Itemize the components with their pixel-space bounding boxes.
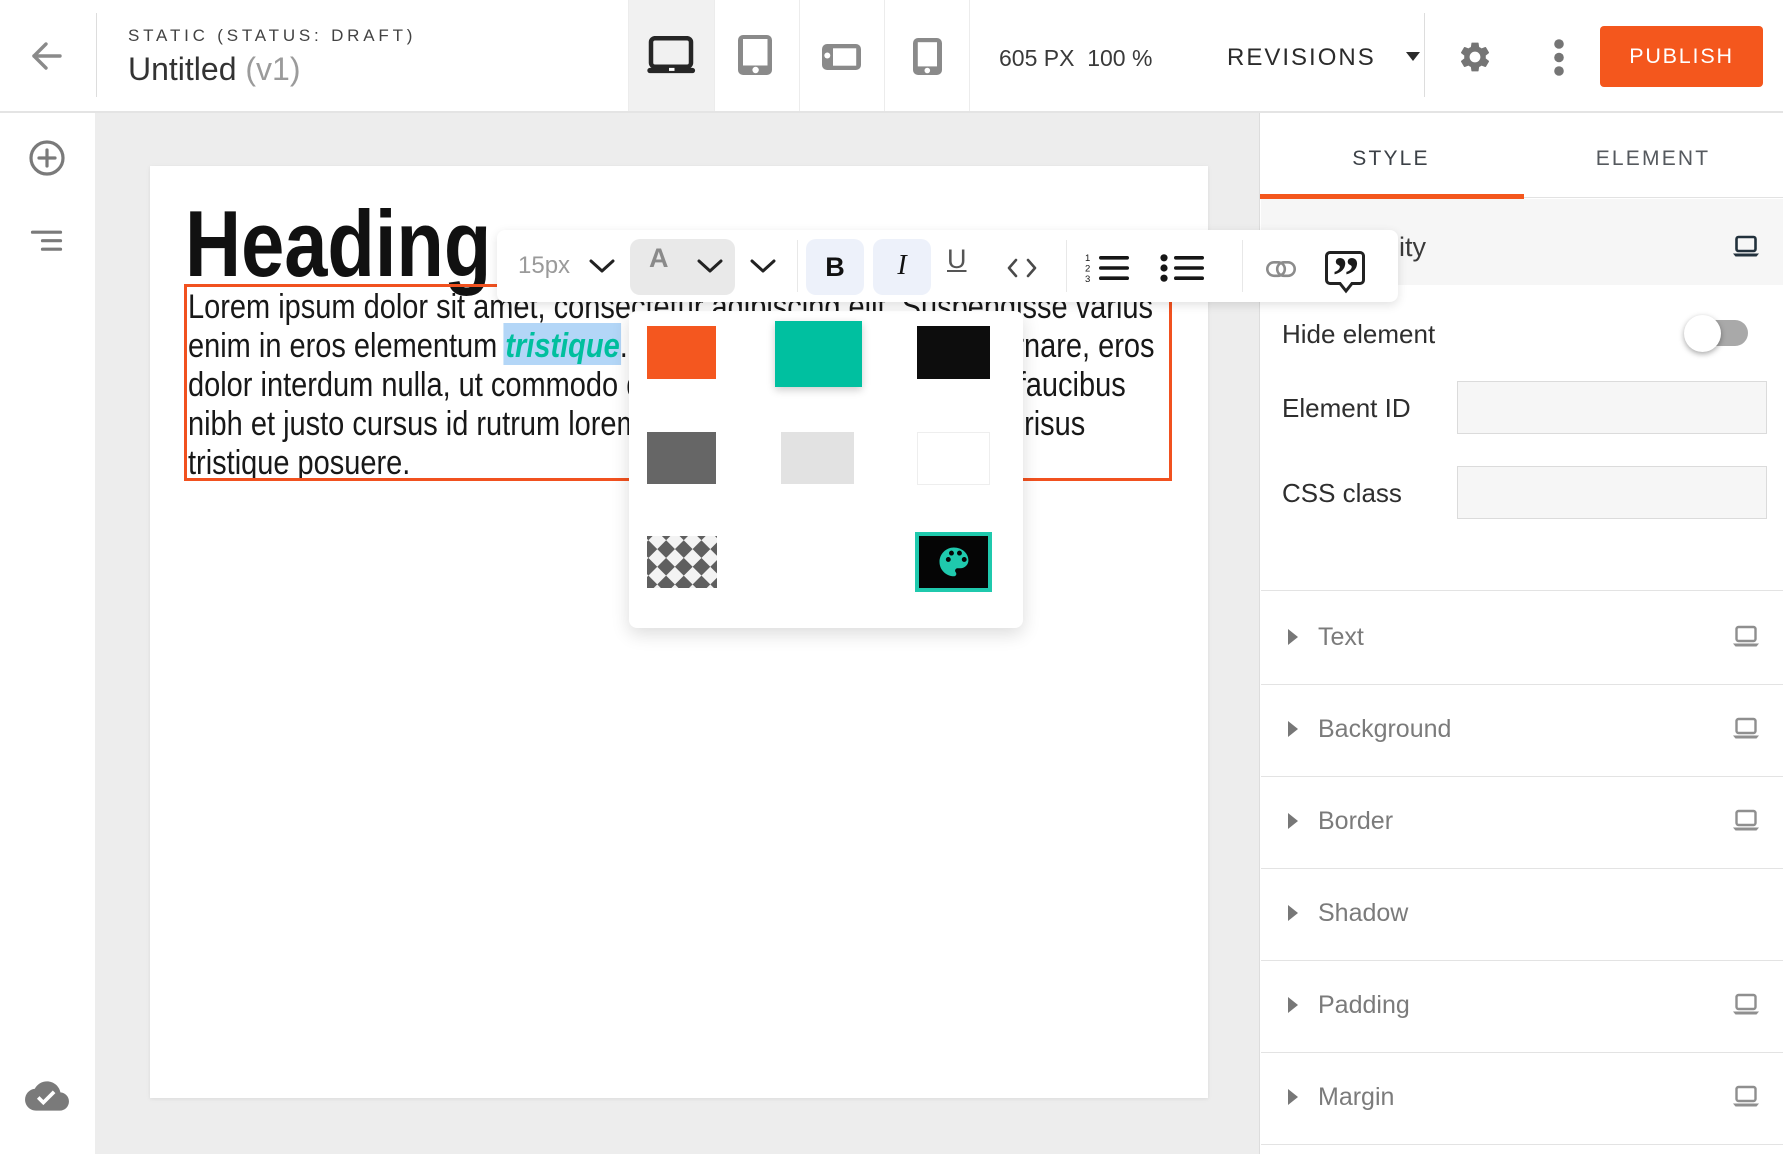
- svg-text:3: 3: [1085, 274, 1090, 282]
- svg-text:2: 2: [1085, 264, 1090, 275]
- svg-text:1: 1: [1085, 254, 1090, 264]
